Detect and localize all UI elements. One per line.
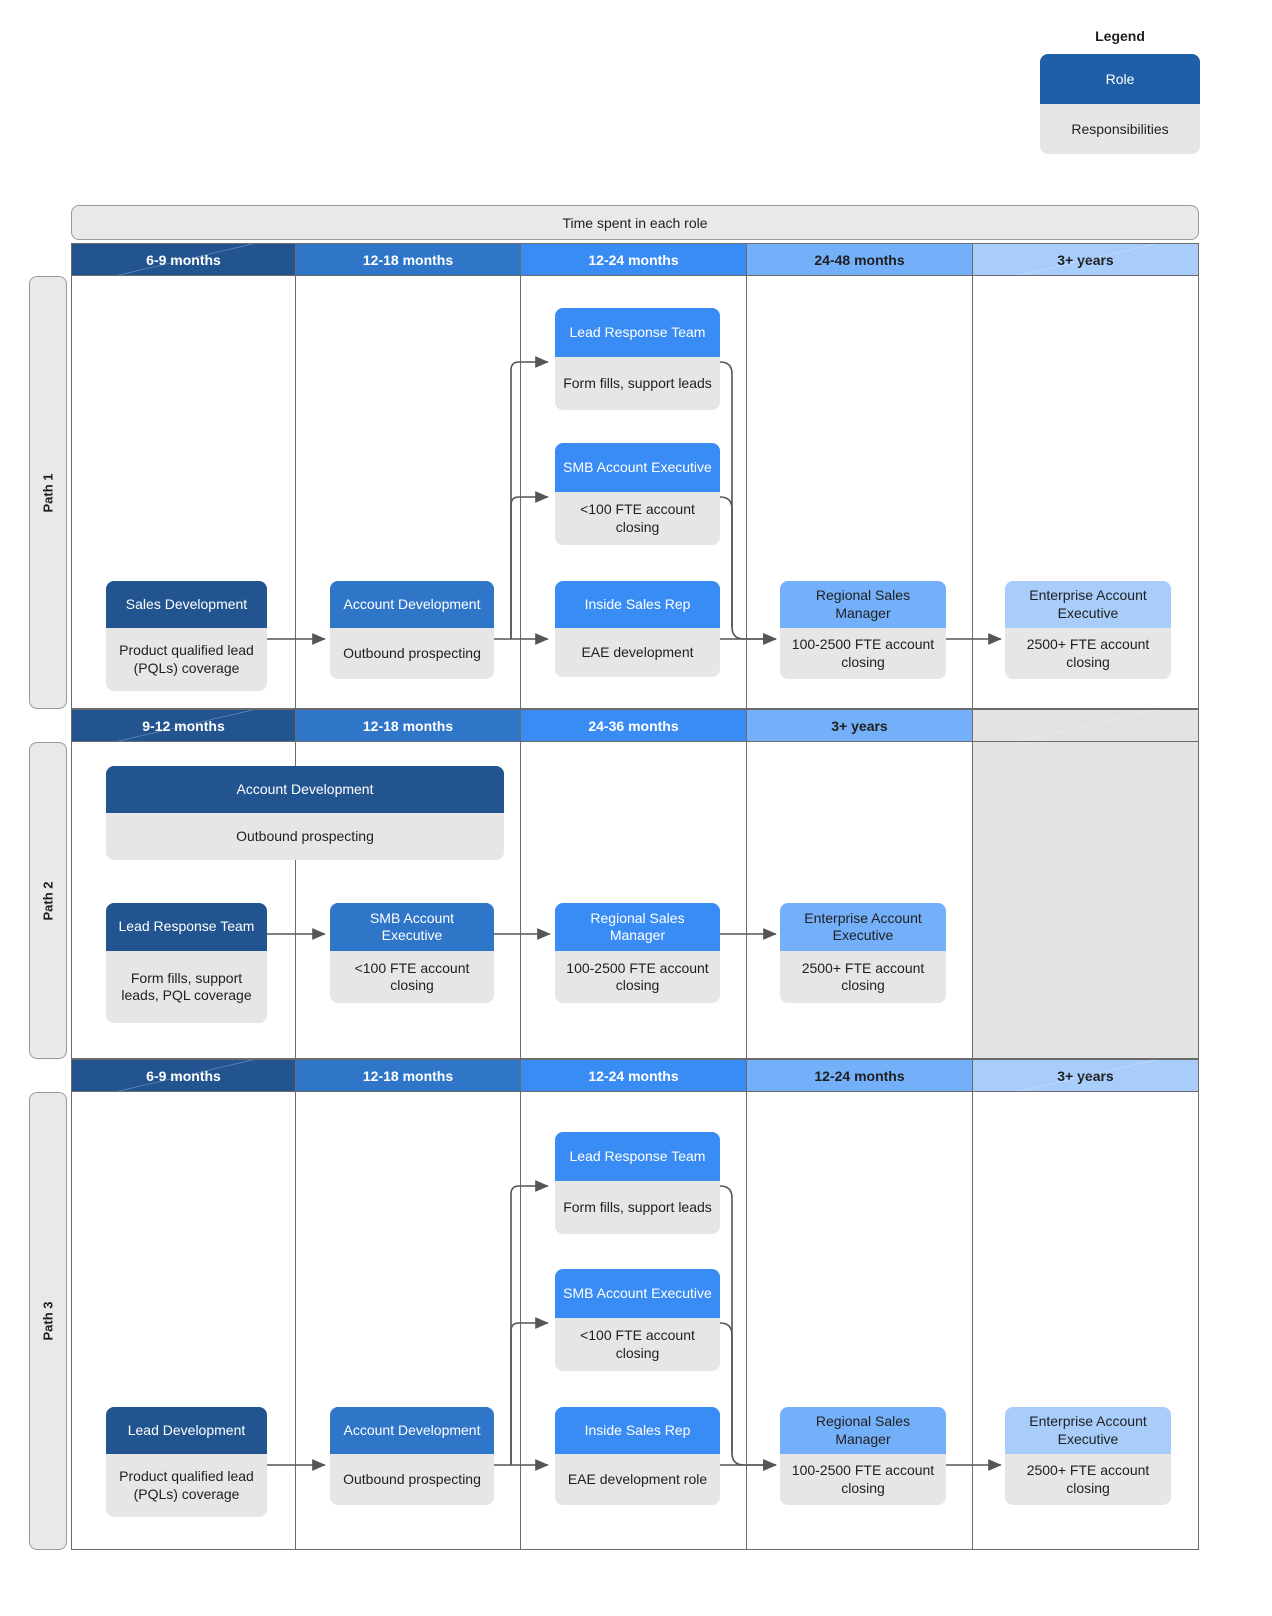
role-responsibility: Outbound prospecting xyxy=(106,813,504,860)
role-responsibility: 100-2500 FTE account closing xyxy=(780,1454,946,1505)
diagram-canvas: Legend Role Responsibilities Time spent … xyxy=(0,0,1272,1616)
path-1-node-smb-account-executive[interactable]: SMB Account Executive <100 FTE account c… xyxy=(555,443,720,545)
role-title: SMB Account Executive xyxy=(555,1269,720,1318)
role-responsibility: Product qualified lead (PQLs) coverage xyxy=(106,1454,267,1517)
role-responsibility: Form fills, support leads xyxy=(555,1181,720,1234)
path-3-header-col-5: 3+ years xyxy=(973,1059,1199,1092)
career-path-matrix: Time spent in each role Path 1 6-9 month… xyxy=(29,205,1199,1550)
role-title: Regional Sales Manager xyxy=(780,581,946,628)
path-3-node-regional-sales-manager[interactable]: Regional Sales Manager 100-2500 FTE acco… xyxy=(780,1407,946,1505)
role-responsibility: Product qualified lead (PQLs) coverage xyxy=(106,628,267,691)
role-responsibility: EAE development xyxy=(555,628,720,677)
path-1-node-sales-development[interactable]: Sales Development Product qualified lead… xyxy=(106,581,267,691)
path-3-node-lead-response-team[interactable]: Lead Response Team Form fills, support l… xyxy=(555,1132,720,1234)
path-1-node-enterprise-account-executive[interactable]: Enterprise Account Executive 2500+ FTE a… xyxy=(1005,581,1171,679)
path-2-label-text: Path 2 xyxy=(40,880,56,921)
path-3-node-smb-account-executive[interactable]: SMB Account Executive <100 FTE account c… xyxy=(555,1269,720,1371)
path-3-header-col-4: 12-24 months xyxy=(747,1059,973,1092)
path-3-label-text: Path 3 xyxy=(40,1301,56,1341)
path-1-section: Path 1 6-9 months 12-18 months 12-24 mon… xyxy=(29,243,1199,709)
path-2-section: Path 2 9-12 months 12-18 months 24-36 mo… xyxy=(29,709,1199,1059)
role-responsibility: 100-2500 FTE account closing xyxy=(555,951,720,1003)
path-2-node-regional-sales-manager[interactable]: Regional Sales Manager 100-2500 FTE acco… xyxy=(555,903,720,1003)
path-3-label: Path 3 xyxy=(29,1092,67,1550)
role-title: Lead Response Team xyxy=(555,1132,720,1181)
role-responsibility: 2500+ FTE account closing xyxy=(780,951,946,1003)
path-2-cell-3 xyxy=(521,742,747,1059)
role-responsibility: Form fills, support leads xyxy=(555,357,720,410)
role-title: SMB Account Executive xyxy=(330,903,494,951)
role-title: Inside Sales Rep xyxy=(555,1407,720,1454)
path-2-header-col-4: 3+ years xyxy=(747,709,973,742)
path-1-header-row: 6-9 months 12-18 months 12-24 months 24-… xyxy=(71,243,1199,276)
path-2-node-enterprise-account-executive[interactable]: Enterprise Account Executive 2500+ FTE a… xyxy=(780,903,946,1003)
legend-title: Legend xyxy=(1095,28,1145,44)
path-1-node-lead-response-team[interactable]: Lead Response Team Form fills, support l… xyxy=(555,308,720,410)
legend-responsibilities-swatch: Responsibilities xyxy=(1040,104,1200,154)
role-responsibility: 100-2500 FTE account closing xyxy=(780,628,946,679)
path-3-node-enterprise-account-executive[interactable]: Enterprise Account Executive 2500+ FTE a… xyxy=(1005,1407,1171,1505)
role-title: Account Development xyxy=(330,581,494,628)
role-responsibility: EAE development role xyxy=(555,1454,720,1505)
path-3-header-col-2: 12-18 months xyxy=(296,1059,521,1092)
role-title: Enterprise Account Executive xyxy=(780,903,946,951)
path-1-header-col-3: 12-24 months xyxy=(521,243,747,276)
path-2-header-col-5-empty xyxy=(973,709,1199,742)
role-title: Account Development xyxy=(330,1407,494,1454)
path-2-header-col-2: 12-18 months xyxy=(296,709,521,742)
path-2-header-row: 9-12 months 12-18 months 24-36 months 3+… xyxy=(71,709,1199,742)
time-banner: Time spent in each role xyxy=(71,205,1199,240)
path-2-header-col-3: 24-36 months xyxy=(521,709,747,742)
path-1-header-col-4: 24-48 months xyxy=(747,243,973,276)
path-1-label: Path 1 xyxy=(29,276,67,709)
path-3-node-lead-development[interactable]: Lead Development Product qualified lead … xyxy=(106,1407,267,1517)
path-1-header-col-5: 3+ years xyxy=(973,243,1199,276)
path-3-header-row: 6-9 months 12-18 months 12-24 months 12-… xyxy=(71,1059,1199,1092)
path-3-node-account-development[interactable]: Account Development Outbound prospecting xyxy=(330,1407,494,1505)
role-responsibility: <100 FTE account closing xyxy=(555,1318,720,1371)
path-2-cell-5-disabled xyxy=(973,742,1199,1059)
role-responsibility: Outbound prospecting xyxy=(330,1454,494,1505)
path-3-header-col-1: 6-9 months xyxy=(71,1059,296,1092)
role-title: Lead Response Team xyxy=(555,308,720,357)
role-title: Lead Development xyxy=(106,1407,267,1454)
path-1-node-account-development[interactable]: Account Development Outbound prospecting xyxy=(330,581,494,679)
legend: Legend Role Responsibilities xyxy=(1040,28,1200,154)
role-title: SMB Account Executive xyxy=(555,443,720,492)
role-title: Sales Development xyxy=(106,581,267,628)
path-3-header-col-3: 12-24 months xyxy=(521,1059,747,1092)
role-responsibility: 2500+ FTE account closing xyxy=(1005,628,1171,679)
role-responsibility: 2500+ FTE account closing xyxy=(1005,1454,1171,1505)
role-responsibility: <100 FTE account closing xyxy=(555,492,720,545)
role-title: Regional Sales Manager xyxy=(780,1407,946,1454)
role-title: Enterprise Account Executive xyxy=(1005,1407,1171,1454)
path-3-node-inside-sales-rep[interactable]: Inside Sales Rep EAE development role xyxy=(555,1407,720,1505)
path-2-node-smb-account-executive[interactable]: SMB Account Executive <100 FTE account c… xyxy=(330,903,494,1003)
path-1-node-regional-sales-manager[interactable]: Regional Sales Manager 100-2500 FTE acco… xyxy=(780,581,946,679)
role-title: Enterprise Account Executive xyxy=(1005,581,1171,628)
path-1-label-text: Path 1 xyxy=(40,472,56,513)
role-title: Lead Response Team xyxy=(106,903,267,951)
role-responsibility: Outbound prospecting xyxy=(330,628,494,679)
role-title: Account Development xyxy=(106,766,504,813)
role-title: Regional Sales Manager xyxy=(555,903,720,951)
path-1-header-col-1: 6-9 months xyxy=(71,243,296,276)
path-2-header-col-1: 9-12 months xyxy=(71,709,296,742)
role-responsibility: Form fills, support leads, PQL coverage xyxy=(106,951,267,1023)
path-2-node-account-development[interactable]: Account Development Outbound prospecting xyxy=(106,766,504,860)
path-1-node-inside-sales-rep[interactable]: Inside Sales Rep EAE development xyxy=(555,581,720,677)
path-2-cell-4 xyxy=(747,742,973,1059)
role-responsibility: <100 FTE account closing xyxy=(330,951,494,1003)
path-1-header-col-2: 12-18 months xyxy=(296,243,521,276)
path-2-node-lead-response-team[interactable]: Lead Response Team Form fills, support l… xyxy=(106,903,267,1023)
legend-role-swatch: Role xyxy=(1040,54,1200,104)
path-2-label: Path 2 xyxy=(29,742,67,1059)
path-3-section: Path 3 6-9 months 12-18 months 12-24 mon… xyxy=(29,1059,1199,1550)
role-title: Inside Sales Rep xyxy=(555,581,720,628)
